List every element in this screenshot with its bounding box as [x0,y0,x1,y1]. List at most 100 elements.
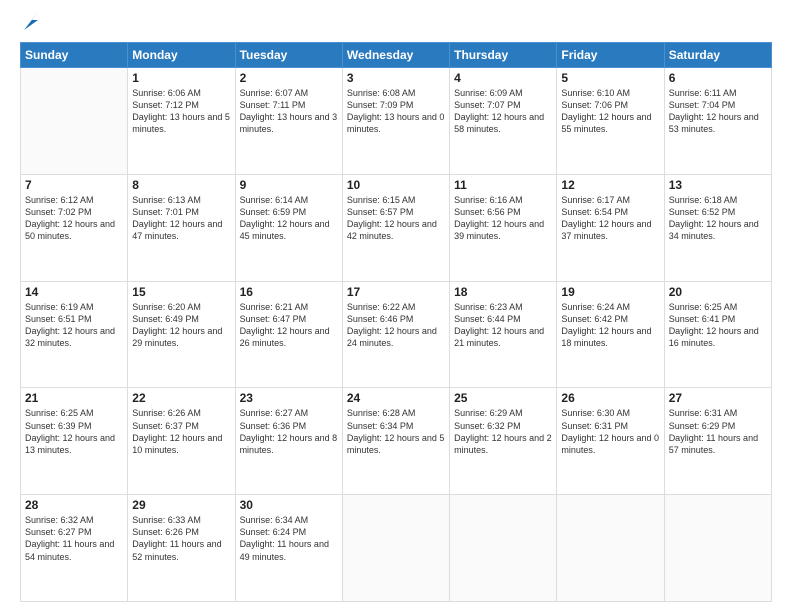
day-cell: 19 Sunrise: 6:24 AMSunset: 6:42 PMDayligh… [557,281,664,388]
day-info: Sunrise: 6:18 AMSunset: 6:52 PMDaylight:… [669,194,767,243]
day-number: 17 [347,285,445,299]
week-row-4: 28 Sunrise: 6:32 AMSunset: 6:27 PMDayligh… [21,495,772,602]
day-info: Sunrise: 6:24 AMSunset: 6:42 PMDaylight:… [561,301,659,350]
day-cell: 5Sunrise: 6:10 AMSunset: 7:06 PMDaylight… [557,68,664,175]
day-cell: 14 Sunrise: 6:19 AMSunset: 6:51 PMDayligh… [21,281,128,388]
day-number: 24 [347,391,445,405]
day-number: 7 [25,178,123,192]
day-number: 21 [25,391,123,405]
day-info: Sunrise: 6:11 AMSunset: 7:04 PMDaylight:… [669,87,767,136]
day-cell: 15 Sunrise: 6:20 AMSunset: 6:49 PMDayligh… [128,281,235,388]
day-info: Sunrise: 6:08 AMSunset: 7:09 PMDaylight:… [347,87,445,136]
day-info: Sunrise: 6:14 AMSunset: 6:59 PMDaylight:… [240,194,338,243]
weekday-header-saturday: Saturday [664,43,771,68]
day-info: Sunrise: 6:13 AMSunset: 7:01 PMDaylight:… [132,194,230,243]
day-info: Sunrise: 6:20 AMSunset: 6:49 PMDaylight:… [132,301,230,350]
day-info: Sunrise: 6:07 AMSunset: 7:11 PMDaylight:… [240,87,338,136]
day-number: 30 [240,498,338,512]
weekday-header-wednesday: Wednesday [342,43,449,68]
day-number: 18 [454,285,552,299]
calendar-table: SundayMondayTuesdayWednesdayThursdayFrid… [20,42,772,602]
day-number: 16 [240,285,338,299]
day-number: 6 [669,71,767,85]
weekday-header-thursday: Thursday [450,43,557,68]
day-info: Sunrise: 6:25 AMSunset: 6:39 PMDaylight:… [25,407,123,456]
week-row-0: 1Sunrise: 6:06 AMSunset: 7:12 PMDaylight… [21,68,772,175]
day-number: 4 [454,71,552,85]
day-cell [21,68,128,175]
day-info: Sunrise: 6:26 AMSunset: 6:37 PMDaylight:… [132,407,230,456]
day-info: Sunrise: 6:34 AMSunset: 6:24 PMDaylight:… [240,514,338,563]
day-number: 29 [132,498,230,512]
day-cell: 11Sunrise: 6:16 AMSunset: 6:56 PMDayligh… [450,174,557,281]
day-info: Sunrise: 6:16 AMSunset: 6:56 PMDaylight:… [454,194,552,243]
day-info: Sunrise: 6:28 AMSunset: 6:34 PMDaylight:… [347,407,445,456]
day-number: 10 [347,178,445,192]
day-cell: 10 Sunrise: 6:15 AMSunset: 6:57 PMDayligh… [342,174,449,281]
weekday-header-sunday: Sunday [21,43,128,68]
day-cell: 29 Sunrise: 6:33 AMSunset: 6:26 PMDayligh… [128,495,235,602]
day-info: Sunrise: 6:29 AMSunset: 6:32 PMDaylight:… [454,407,552,456]
day-info: Sunrise: 6:25 AMSunset: 6:41 PMDaylight:… [669,301,767,350]
day-cell [342,495,449,602]
header [20,15,772,32]
day-cell: 8 Sunrise: 6:13 AMSunset: 7:01 PMDaylight… [128,174,235,281]
day-cell [557,495,664,602]
day-info: Sunrise: 6:23 AMSunset: 6:44 PMDaylight:… [454,301,552,350]
day-cell: 21 Sunrise: 6:25 AMSunset: 6:39 PMDayligh… [21,388,128,495]
day-info: Sunrise: 6:12 AMSunset: 7:02 PMDaylight:… [25,194,123,243]
weekday-header-row: SundayMondayTuesdayWednesdayThursdayFrid… [21,43,772,68]
day-cell: 2 Sunrise: 6:07 AMSunset: 7:11 PMDaylight… [235,68,342,175]
day-number: 25 [454,391,552,405]
day-info: Sunrise: 6:33 AMSunset: 6:26 PMDaylight:… [132,514,230,563]
day-cell: 4 Sunrise: 6:09 AMSunset: 7:07 PMDaylight… [450,68,557,175]
day-info: Sunrise: 6:21 AMSunset: 6:47 PMDaylight:… [240,301,338,350]
day-number: 12 [561,178,659,192]
week-row-3: 21 Sunrise: 6:25 AMSunset: 6:39 PMDayligh… [21,388,772,495]
day-number: 14 [25,285,123,299]
day-info: Sunrise: 6:15 AMSunset: 6:57 PMDaylight:… [347,194,445,243]
weekday-header-monday: Monday [128,43,235,68]
day-info: Sunrise: 6:17 AMSunset: 6:54 PMDaylight:… [561,194,659,243]
day-cell: 28 Sunrise: 6:32 AMSunset: 6:27 PMDayligh… [21,495,128,602]
day-cell: 18 Sunrise: 6:23 AMSunset: 6:44 PMDayligh… [450,281,557,388]
day-number: 9 [240,178,338,192]
day-info: Sunrise: 6:32 AMSunset: 6:27 PMDaylight:… [25,514,123,563]
day-number: 19 [561,285,659,299]
day-cell: 13 Sunrise: 6:18 AMSunset: 6:52 PMDayligh… [664,174,771,281]
day-cell: 25 Sunrise: 6:29 AMSunset: 6:32 PMDayligh… [450,388,557,495]
day-cell: 16 Sunrise: 6:21 AMSunset: 6:47 PMDayligh… [235,281,342,388]
day-cell [450,495,557,602]
page: SundayMondayTuesdayWednesdayThursdayFrid… [0,0,792,612]
day-info: Sunrise: 6:30 AMSunset: 6:31 PMDaylight:… [561,407,659,456]
day-cell: 27Sunrise: 6:31 AMSunset: 6:29 PMDayligh… [664,388,771,495]
day-number: 28 [25,498,123,512]
day-number: 15 [132,285,230,299]
day-number: 1 [132,71,230,85]
day-number: 2 [240,71,338,85]
day-cell: 1Sunrise: 6:06 AMSunset: 7:12 PMDaylight… [128,68,235,175]
day-info: Sunrise: 6:19 AMSunset: 6:51 PMDaylight:… [25,301,123,350]
day-number: 3 [347,71,445,85]
day-number: 27 [669,391,767,405]
day-cell: 3 Sunrise: 6:08 AMSunset: 7:09 PMDaylight… [342,68,449,175]
day-cell: 26 Sunrise: 6:30 AMSunset: 6:31 PMDayligh… [557,388,664,495]
day-cell: 6 Sunrise: 6:11 AMSunset: 7:04 PMDaylight… [664,68,771,175]
day-number: 20 [669,285,767,299]
day-number: 26 [561,391,659,405]
week-row-1: 7 Sunrise: 6:12 AMSunset: 7:02 PMDaylight… [21,174,772,281]
week-row-2: 14 Sunrise: 6:19 AMSunset: 6:51 PMDayligh… [21,281,772,388]
day-cell: 17 Sunrise: 6:22 AMSunset: 6:46 PMDayligh… [342,281,449,388]
day-number: 8 [132,178,230,192]
day-info: Sunrise: 6:09 AMSunset: 7:07 PMDaylight:… [454,87,552,136]
day-cell: 7 Sunrise: 6:12 AMSunset: 7:02 PMDaylight… [21,174,128,281]
weekday-header-tuesday: Tuesday [235,43,342,68]
day-cell: 22 Sunrise: 6:26 AMSunset: 6:37 PMDayligh… [128,388,235,495]
day-number: 13 [669,178,767,192]
day-info: Sunrise: 6:10 AMSunset: 7:06 PMDaylight:… [561,87,659,136]
day-number: 22 [132,391,230,405]
day-info: Sunrise: 6:27 AMSunset: 6:36 PMDaylight:… [240,407,338,456]
weekday-header-friday: Friday [557,43,664,68]
day-info: Sunrise: 6:22 AMSunset: 6:46 PMDaylight:… [347,301,445,350]
day-cell: 9 Sunrise: 6:14 AMSunset: 6:59 PMDaylight… [235,174,342,281]
